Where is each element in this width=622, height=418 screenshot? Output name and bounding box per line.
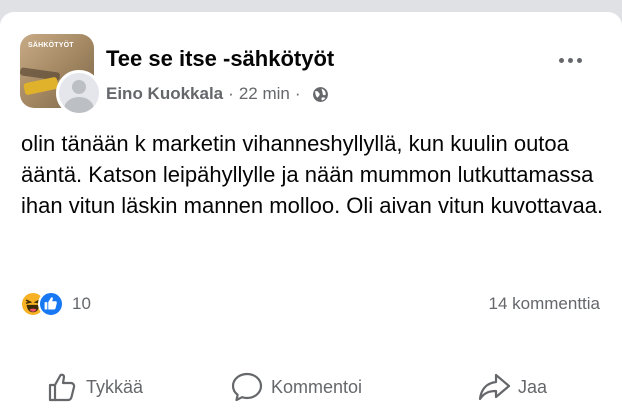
meta-separator: · [228,84,234,103]
comment-button[interactable]: Kommentoi [229,367,362,407]
group-name-link[interactable]: Tee se itse -sähkötyöt [106,46,334,72]
author-name-link[interactable]: Eino Kuokkala [106,84,223,104]
group-avatar-decoration [23,76,59,96]
share-button[interactable]: Jaa [476,367,547,407]
like-button[interactable]: Tykkää [44,367,143,407]
comment-button-label: Kommentoi [271,376,363,397]
share-icon [478,373,511,401]
post-card: SÄHKÖTYÖT Tee se itse -sähkötyöt Eino Ku… [0,12,622,418]
post-header: SÄHKÖTYÖT Tee se itse -sähkötyöt Eino Ku… [18,30,604,116]
like-button-label: Tykkää [86,376,144,397]
thumbs-up-icon [48,373,76,402]
meta-separator: · [294,84,301,103]
group-avatar-text: SÄHKÖTYÖT [28,42,74,49]
globe-icon[interactable] [312,86,329,103]
post-actions-bar: Tykkää Kommentoi Jaa [0,367,622,407]
comments-count-link[interactable]: 14 kommenttia [489,294,601,314]
share-button-label: Jaa [518,376,548,397]
comment-icon [231,372,263,402]
user-avatar[interactable] [56,70,102,116]
more-options-icon[interactable] [552,48,588,72]
reactions-summary[interactable]: 10 [20,290,91,318]
post-body-text: olin tänään k marketin vihanneshyllyllä,… [21,131,604,218]
post-meta: Eino Kuokkala · 22 min · [106,84,329,104]
post-timestamp[interactable]: 22 min [239,84,290,104]
like-icon [38,291,64,317]
reaction-count: 10 [72,294,91,313]
